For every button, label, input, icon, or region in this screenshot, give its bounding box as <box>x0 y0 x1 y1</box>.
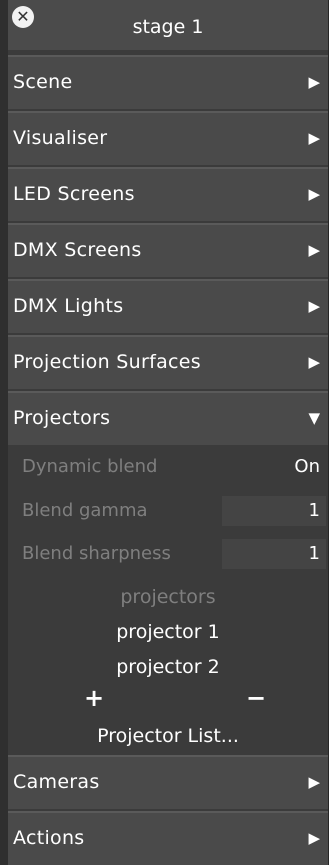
window-title: stage 1 <box>132 16 204 38</box>
title-bar: ✕ stage 1 <box>8 0 328 50</box>
dynamic-blend-toggle[interactable]: On <box>294 456 320 477</box>
chevron-right-icon: ▶ <box>308 773 320 791</box>
blend-gamma-label: Blend gamma <box>22 500 148 521</box>
blend-sharpness-label: Blend sharpness <box>22 543 171 564</box>
section-label: Cameras <box>13 771 100 793</box>
chevron-right-icon: ▶ <box>308 353 320 371</box>
projector-list-button[interactable]: Projector List... <box>8 725 328 747</box>
add-projector-button[interactable]: + <box>84 684 104 712</box>
blend-gamma-value[interactable]: 1 <box>309 500 320 521</box>
dynamic-blend-label: Dynamic blend <box>22 456 158 477</box>
blend-gamma-row: Blend gamma 1 <box>8 494 328 528</box>
chevron-right-icon: ▶ <box>308 73 320 91</box>
section-dmx-screens[interactable]: DMX Screens ▶ <box>8 223 328 277</box>
section-projection-surfaces[interactable]: Projection Surfaces ▶ <box>8 335 328 389</box>
chevron-right-icon: ▶ <box>308 129 320 147</box>
chevron-right-icon: ▶ <box>308 829 320 847</box>
chevron-right-icon: ▶ <box>308 241 320 259</box>
section-projectors[interactable]: Projectors ▼ <box>8 391 328 445</box>
section-label: Scene <box>13 71 73 93</box>
section-label: Projectors <box>13 407 111 429</box>
projector-list-controls: + − <box>8 684 328 714</box>
remove-projector-button[interactable]: − <box>246 684 266 712</box>
section-label: LED Screens <box>13 183 135 205</box>
section-visualiser[interactable]: Visualiser ▶ <box>8 111 328 165</box>
chevron-right-icon: ▶ <box>308 297 320 315</box>
section-label: Projection Surfaces <box>13 351 201 373</box>
blend-sharpness-row: Blend sharpness 1 <box>8 537 328 571</box>
section-actions[interactable]: Actions ▶ <box>8 811 328 865</box>
stage-panel: ✕ stage 1 Scene ▶ Visualiser ▶ LED Scree… <box>0 0 329 865</box>
chevron-right-icon: ▶ <box>308 185 320 203</box>
section-scene[interactable]: Scene ▶ <box>8 55 328 109</box>
section-label: Actions <box>13 827 85 849</box>
projector-item[interactable]: projector 2 <box>8 656 328 678</box>
section-led-screens[interactable]: LED Screens ▶ <box>8 167 328 221</box>
section-label: DMX Screens <box>13 239 142 261</box>
blend-sharpness-value[interactable]: 1 <box>309 543 320 564</box>
section-cameras[interactable]: Cameras ▶ <box>8 755 328 809</box>
section-dmx-lights[interactable]: DMX Lights ▶ <box>8 279 328 333</box>
projectors-list-header: projectors <box>120 586 216 608</box>
chevron-down-icon: ▼ <box>308 409 320 427</box>
section-label: Visualiser <box>13 127 108 149</box>
section-label: DMX Lights <box>13 295 124 317</box>
dynamic-blend-row: Dynamic blend On <box>8 450 328 484</box>
projector-item[interactable]: projector 1 <box>8 621 328 643</box>
